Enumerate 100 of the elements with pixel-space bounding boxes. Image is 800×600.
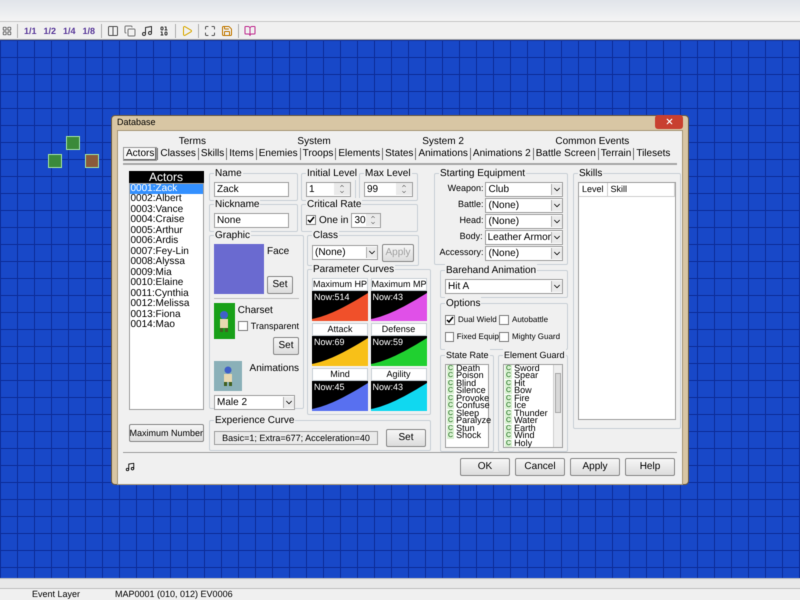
list-item[interactable]: Confuse bbox=[456, 402, 490, 410]
checkbox-option[interactable]: Autobattle bbox=[499, 314, 565, 326]
list-item[interactable]: Earth bbox=[514, 424, 536, 432]
spin-field[interactable]: 99 bbox=[364, 182, 413, 196]
tab[interactable]: System 2 bbox=[420, 136, 466, 146]
list-item[interactable]: Sleep bbox=[456, 410, 480, 417]
music-icon[interactable] bbox=[125, 462, 135, 472]
dropdown[interactable]: (None) bbox=[485, 214, 563, 228]
checkbox[interactable] bbox=[445, 314, 455, 324]
list-item[interactable]: Poison bbox=[456, 372, 484, 380]
actor-item[interactable]: 0011:Cynthia bbox=[130, 288, 202, 299]
tab[interactable]: Classes bbox=[157, 148, 198, 160]
column-header[interactable]: Skill bbox=[608, 182, 675, 196]
actor-item[interactable]: 0004:Craise bbox=[130, 215, 202, 226]
text-field[interactable]: Zack bbox=[214, 182, 289, 196]
list-item[interactable]: Thunder bbox=[514, 410, 548, 417]
actor-item[interactable]: 0003:Vance bbox=[130, 204, 202, 215]
push-button[interactable]: Set bbox=[267, 276, 293, 294]
actor-item[interactable]: 0014:Mao bbox=[130, 320, 202, 330]
dropdown[interactable]: Hit A bbox=[445, 278, 563, 294]
actor-item[interactable]: 0002:Albert bbox=[130, 194, 202, 204]
checkbox-option[interactable]: Dual Wield bbox=[445, 314, 499, 326]
checkbox-option[interactable]: One in bbox=[306, 212, 348, 228]
tab[interactable]: Battle Screen bbox=[532, 148, 598, 160]
actor-item[interactable]: 0009:Mia bbox=[130, 268, 202, 278]
checkbox-option[interactable]: Mighty Guard bbox=[499, 330, 565, 342]
tab[interactable]: Animations bbox=[415, 148, 470, 160]
list-item[interactable]: Sword bbox=[514, 364, 540, 372]
push-button[interactable]: OK bbox=[460, 458, 510, 476]
tab[interactable]: Enemies bbox=[256, 148, 300, 160]
checkbox[interactable] bbox=[499, 332, 509, 342]
push-button[interactable]: Maximum Number bbox=[128, 424, 204, 442]
checkbox[interactable] bbox=[238, 321, 248, 332]
list-item[interactable]: Ice bbox=[514, 402, 526, 410]
dropdown[interactable]: Club bbox=[485, 182, 563, 196]
actor-item[interactable]: 0005:Arthur bbox=[130, 226, 202, 236]
dropdown[interactable]: Male 2 bbox=[214, 395, 295, 410]
push-button[interactable]: Help bbox=[625, 458, 675, 476]
push-button[interactable]: Set bbox=[386, 428, 426, 446]
close-button[interactable] bbox=[655, 114, 683, 129]
tab[interactable]: Skills bbox=[198, 148, 226, 160]
checkbox[interactable] bbox=[445, 332, 454, 342]
list-item[interactable]: Death bbox=[456, 364, 480, 372]
checkbox-option[interactable]: Fixed Equip bbox=[445, 330, 499, 342]
list-item[interactable]: Blind bbox=[456, 380, 476, 387]
tab[interactable]: Elements bbox=[335, 148, 382, 160]
list-item[interactable]: Stun bbox=[456, 424, 475, 432]
checkbox-option[interactable]: Transparent bbox=[238, 320, 299, 333]
list-item[interactable]: Wind bbox=[514, 432, 535, 440]
copy-icon[interactable] bbox=[124, 24, 136, 36]
text-field[interactable]: None bbox=[214, 212, 289, 228]
dropdown[interactable]: (None) bbox=[485, 246, 563, 260]
dropdown[interactable]: (None) bbox=[312, 245, 378, 260]
actor-item[interactable]: 0008:Alyssa bbox=[130, 257, 202, 268]
tab[interactable]: System bbox=[295, 136, 333, 146]
event-sprite[interactable] bbox=[66, 136, 80, 150]
tab[interactable]: Actors bbox=[123, 146, 158, 160]
tab[interactable]: Terms bbox=[176, 136, 208, 146]
scrollbar[interactable] bbox=[553, 364, 562, 446]
zoom-button[interactable]: 1/8 bbox=[82, 24, 96, 36]
checkbox[interactable] bbox=[499, 314, 509, 324]
fullscreen-icon[interactable] bbox=[204, 24, 216, 36]
list-item[interactable]: Paralyze bbox=[456, 417, 492, 424]
list-item[interactable]: Shock bbox=[456, 432, 482, 440]
spin-field[interactable]: 1 bbox=[306, 182, 351, 196]
dropdown[interactable]: (None) bbox=[485, 198, 563, 212]
list-item[interactable]: Silence bbox=[456, 387, 486, 394]
push-button[interactable]: Cancel bbox=[515, 458, 565, 476]
push-button[interactable]: Set bbox=[273, 337, 299, 355]
dropdown[interactable]: Leather Armor bbox=[484, 230, 563, 244]
tab[interactable]: Common Events bbox=[553, 136, 632, 146]
list-item[interactable]: Bow bbox=[514, 387, 532, 394]
actor-item[interactable]: 0010:Elaine bbox=[130, 278, 202, 288]
zoom-button[interactable]: 1/4 bbox=[62, 24, 77, 36]
event-sprite[interactable] bbox=[85, 154, 99, 168]
actor-item[interactable]: 0007:Fey-Lin bbox=[130, 246, 202, 257]
tab[interactable]: Tilesets bbox=[633, 148, 672, 160]
actor-item[interactable]: 0006:Ardis bbox=[130, 236, 202, 246]
tab[interactable]: Items bbox=[226, 148, 256, 160]
tab[interactable]: Terrain bbox=[598, 148, 634, 160]
list-item[interactable]: Provoke bbox=[456, 394, 490, 402]
list-item[interactable]: Fire bbox=[514, 394, 530, 402]
tab[interactable]: Animations 2 bbox=[470, 148, 533, 160]
list-item[interactable]: Spear bbox=[514, 372, 538, 380]
spin-field[interactable]: 30 bbox=[351, 212, 382, 228]
actor-item[interactable]: 0013:Fiona bbox=[130, 310, 202, 320]
book-icon[interactable] bbox=[244, 24, 256, 36]
column-header[interactable]: Level bbox=[579, 182, 608, 196]
push-button[interactable]: Apply bbox=[570, 458, 620, 476]
list-item[interactable]: Hit bbox=[514, 380, 526, 387]
list-item[interactable]: Holy bbox=[514, 440, 532, 447]
list-item[interactable]: Water bbox=[514, 417, 538, 424]
zoom-button[interactable]: 1/2 bbox=[42, 24, 58, 36]
event-sprite[interactable] bbox=[48, 154, 62, 168]
actor-item[interactable]: 0012:Melissa bbox=[130, 299, 202, 310]
tab[interactable]: Troops bbox=[300, 148, 336, 160]
zoom-button[interactable]: 1/1 bbox=[23, 24, 38, 36]
tab[interactable]: States bbox=[382, 148, 416, 160]
save-icon[interactable] bbox=[221, 24, 234, 36]
music-icon[interactable] bbox=[141, 24, 154, 36]
